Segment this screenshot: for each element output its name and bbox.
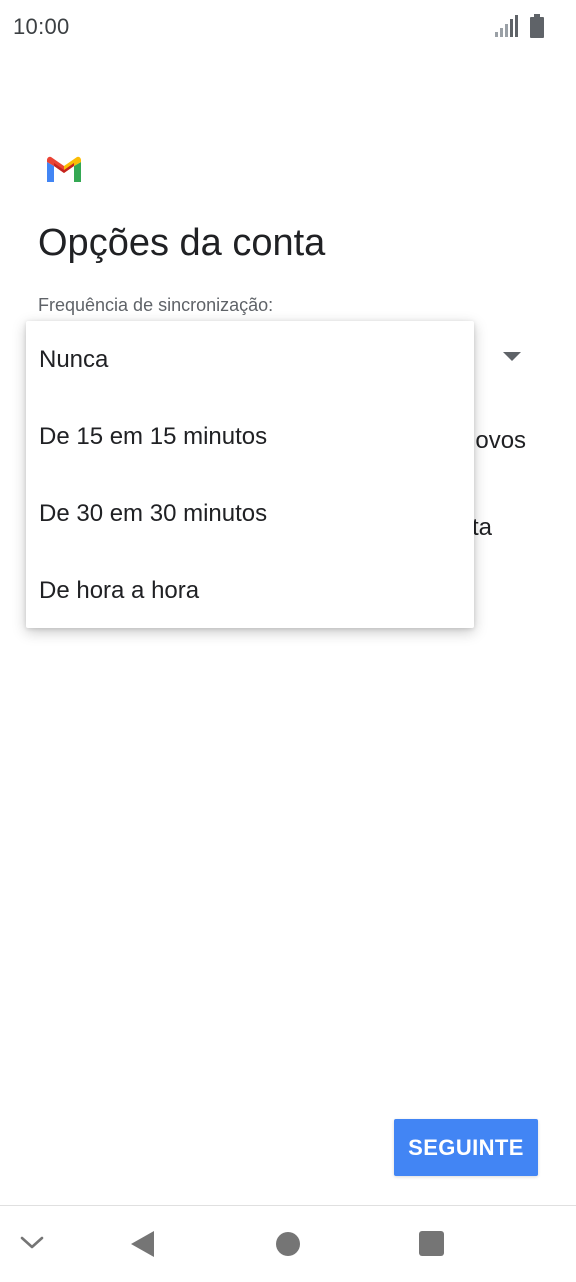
sync-frequency-label: Frequência de sincronização: — [38, 295, 274, 315]
menu-item-never[interactable]: Nunca — [26, 321, 474, 398]
sync-frequency-menu: Nunca De 15 em 15 minutos De 30 em 30 mi… — [26, 321, 474, 628]
gmail-logo — [47, 156, 81, 182]
system-nav-bar — [0, 1206, 576, 1282]
menu-item-15-minutes[interactable]: De 15 em 15 minutos — [26, 398, 474, 475]
signal-icon — [495, 15, 518, 37]
battery-icon — [530, 14, 544, 38]
chevron-down-icon[interactable] — [19, 1232, 45, 1252]
dropdown-arrow-icon[interactable] — [503, 352, 521, 361]
account-options-screen: 10:00 Opções da conta Frequência de sinc… — [0, 0, 576, 1282]
next-button[interactable]: SEGUINTE — [394, 1119, 538, 1176]
back-icon[interactable] — [129, 1230, 155, 1258]
menu-item-hourly[interactable]: De hora a hora — [26, 552, 474, 629]
menu-item-30-minutes[interactable]: De 30 em 30 minutos — [26, 475, 474, 552]
page-title: Opções da conta — [38, 222, 326, 264]
status-bar: 10:00 — [0, 0, 576, 54]
recents-icon[interactable] — [419, 1231, 444, 1256]
status-time: 10:00 — [13, 14, 70, 39]
home-icon[interactable] — [276, 1232, 300, 1256]
obscured-option-text: ta — [472, 514, 493, 541]
